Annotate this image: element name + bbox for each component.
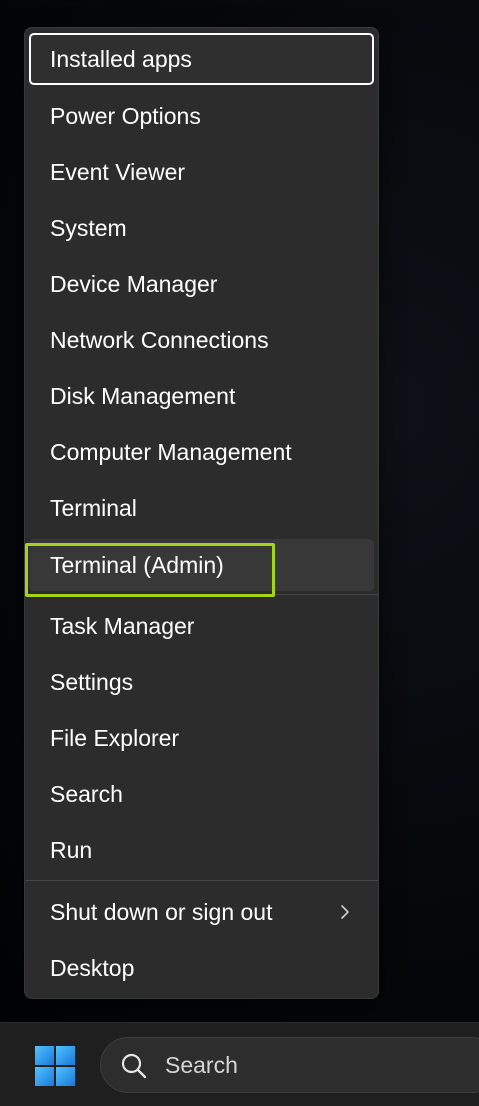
menu-item-device-manager[interactable]: Device Manager	[29, 258, 374, 310]
menu-separator	[25, 594, 378, 595]
taskbar: Search	[0, 1022, 479, 1106]
menu-item-terminal[interactable]: Terminal	[29, 482, 374, 534]
menu-item-settings[interactable]: Settings	[29, 656, 374, 708]
menu-item-power-options[interactable]: Power Options	[29, 90, 374, 142]
menu-item-network-connections[interactable]: Network Connections	[29, 314, 374, 366]
menu-separator	[25, 880, 378, 881]
menu-item-task-manager[interactable]: Task Manager	[29, 600, 374, 652]
menu-item-event-viewer[interactable]: Event Viewer	[29, 146, 374, 198]
search-icon	[121, 1053, 147, 1079]
windows-logo-icon	[35, 1046, 75, 1086]
menu-item-label: Power Options	[50, 103, 201, 129]
winx-context-menu: Installed apps Power Options Event Viewe…	[24, 27, 379, 999]
menu-item-shut-down-or-sign-out[interactable]: Shut down or sign out	[29, 886, 374, 938]
menu-item-label: File Explorer	[50, 725, 180, 751]
menu-item-label: Task Manager	[50, 613, 195, 639]
menu-item-desktop[interactable]: Desktop	[29, 942, 374, 994]
menu-item-label: Run	[50, 837, 93, 863]
menu-item-label: Search	[50, 781, 123, 807]
menu-item-search[interactable]: Search	[29, 768, 374, 820]
menu-item-computer-management[interactable]: Computer Management	[29, 426, 374, 478]
menu-item-label: Device Manager	[50, 271, 218, 297]
chevron-right-icon	[338, 886, 352, 938]
menu-item-label: Installed apps	[50, 46, 192, 72]
taskbar-search-box[interactable]: Search	[100, 1037, 479, 1093]
menu-item-disk-management[interactable]: Disk Management	[29, 370, 374, 422]
search-label: Search	[165, 1052, 238, 1078]
menu-item-file-explorer[interactable]: File Explorer	[29, 712, 374, 764]
menu-item-label: Event Viewer	[50, 159, 186, 185]
menu-item-run[interactable]: Run	[29, 824, 374, 876]
menu-item-label: Desktop	[50, 955, 135, 981]
menu-item-label: Computer Management	[50, 439, 292, 465]
menu-item-label: Shut down or sign out	[50, 899, 273, 925]
menu-item-label: Terminal (Admin)	[50, 552, 224, 578]
menu-item-label: Disk Management	[50, 383, 236, 409]
menu-item-installed-apps[interactable]: Installed apps	[29, 33, 374, 85]
menu-item-label: Network Connections	[50, 327, 269, 353]
menu-item-terminal-admin[interactable]: Terminal (Admin)	[29, 539, 374, 591]
menu-item-label: System	[50, 215, 127, 241]
menu-item-system[interactable]: System	[29, 202, 374, 254]
menu-item-label: Terminal	[50, 495, 137, 521]
start-button[interactable]	[30, 1041, 80, 1091]
menu-item-label: Settings	[50, 669, 134, 695]
